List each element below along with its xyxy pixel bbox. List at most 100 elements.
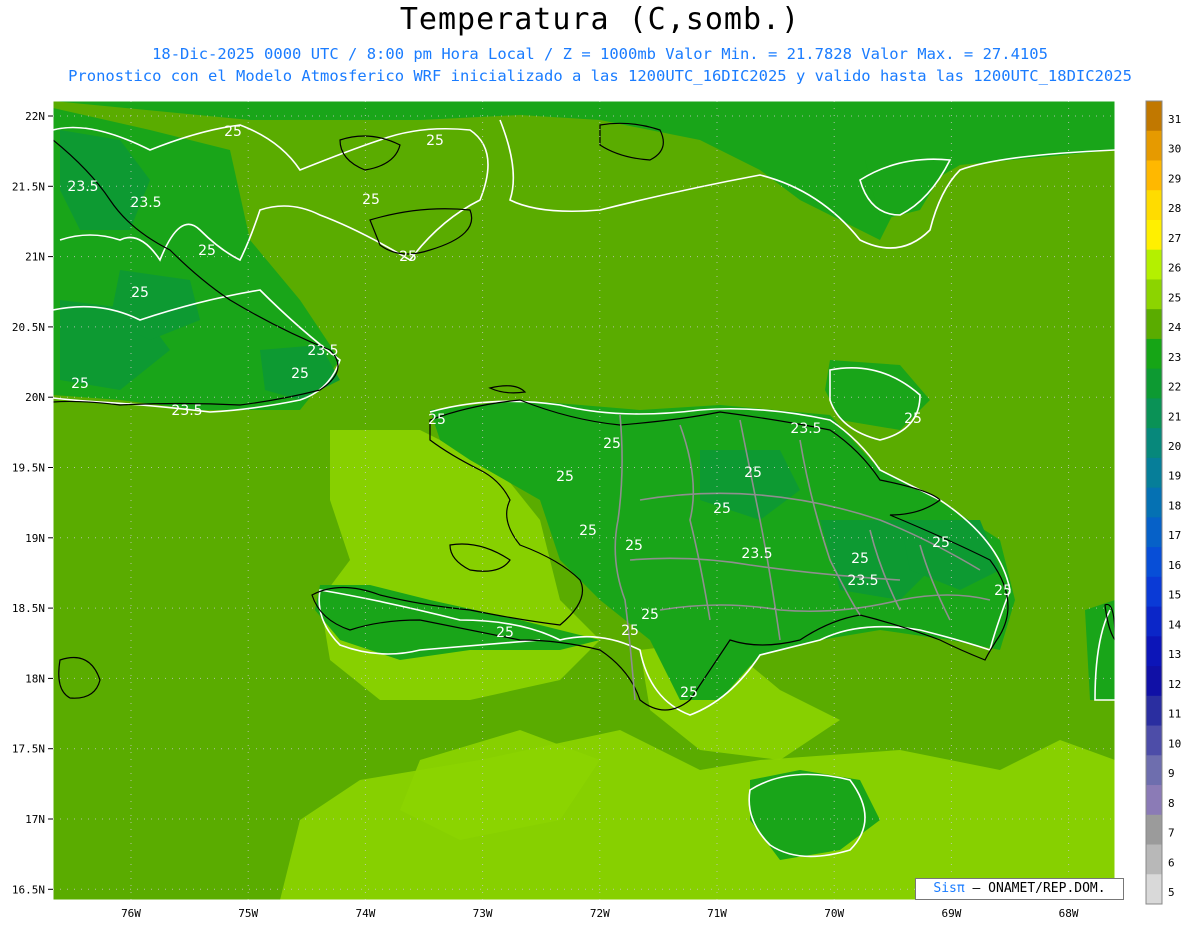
contour-label: 25 [496, 625, 514, 641]
contour-label: 25 [291, 366, 309, 382]
lon-tick-label: 74W [355, 907, 375, 920]
colorbar-label: 18 [1168, 499, 1181, 512]
contour-label: 25 [428, 412, 446, 428]
colorbar-swatch [1146, 636, 1162, 667]
contour-label: 25 [713, 501, 731, 517]
lon-tick-label: 75W [238, 907, 258, 920]
colorbar-swatch [1146, 517, 1162, 548]
colorbar-swatch [1146, 874, 1162, 905]
colorbar-swatch [1146, 457, 1162, 489]
colorbar-label: 11 [1168, 708, 1181, 721]
colorbar-label: 29 [1168, 172, 1181, 185]
colorbar-label: 25 [1168, 291, 1181, 304]
lat-tick-label: 21N [25, 251, 45, 264]
contour-label: 25 [680, 685, 698, 701]
contour-label: 25 [641, 607, 659, 623]
colorbar-label: 28 [1168, 202, 1181, 215]
colorbar-label: 30 [1168, 143, 1181, 156]
colorbar-label: 24 [1168, 321, 1182, 334]
colorbar-swatch [1146, 190, 1162, 221]
colorbar-swatch [1146, 785, 1162, 816]
lat-tick-label: 16.5N [12, 883, 45, 896]
colorbar-label: 7 [1168, 827, 1175, 840]
colorbar-swatch [1146, 130, 1162, 161]
cool-zone [1085, 600, 1115, 700]
colorbar-label: 17 [1168, 529, 1181, 542]
lon-tick-label: 73W [473, 907, 493, 920]
colorbar-label: 5 [1168, 886, 1175, 899]
colorbar-label: 12 [1168, 678, 1181, 691]
contour-label: 25 [224, 124, 242, 140]
colorbar-swatch [1146, 398, 1162, 429]
colorbar-label: 20 [1168, 440, 1181, 453]
colorbar-label: 23 [1168, 351, 1181, 364]
lat-tick-label: 18N [25, 672, 45, 685]
map-body: 252523.52523.525 252523.5252523.525252525… [53, 101, 1115, 900]
colorbar-swatch [1146, 755, 1162, 786]
lat-tick-label: 22N [25, 110, 45, 123]
contour-label: 25 [556, 469, 574, 485]
contour-label: 23.5 [130, 195, 161, 211]
lon-tick-label: 71W [707, 907, 727, 920]
contour-label: 23.5 [741, 546, 772, 562]
colorbar-swatch [1146, 695, 1162, 727]
lat-tick-label: 17.5N [12, 743, 45, 756]
contour-label: 23.5 [67, 179, 98, 195]
colorbar-swatch [1146, 547, 1162, 578]
lon-tick-label: 72W [590, 907, 610, 920]
credit-brand: Sisπ [933, 881, 965, 896]
contour-label: 23.5 [307, 343, 338, 359]
lat-tick-label: 20.5N [12, 321, 45, 334]
temperature-map: 252523.52523.525 252523.5252523.525252525… [12, 100, 1182, 920]
colorbar-label: 19 [1168, 470, 1181, 483]
colorbar-swatch [1146, 576, 1162, 608]
colorbar-label: 27 [1168, 232, 1181, 245]
colorbar-swatch [1146, 101, 1162, 132]
colorbar-swatch [1146, 666, 1162, 697]
contour-label: 25 [71, 376, 89, 392]
map-layers: 252523.52523.525 252523.5252523.525252525… [53, 101, 1115, 900]
colorbar-swatch [1146, 844, 1162, 875]
lat-tick-label: 21.5N [12, 180, 45, 193]
colorbar-label: 15 [1168, 589, 1181, 602]
contour-label: 25 [426, 133, 444, 149]
contour-label: 23.5 [847, 573, 878, 589]
colorbar-swatch [1146, 368, 1162, 399]
credit-box: Sisπ – ONAMET/REP.DOM. [915, 878, 1124, 900]
contour-label: 25 [621, 623, 639, 639]
colorbar-swatch [1146, 219, 1162, 251]
contour-label: 23.5 [171, 403, 202, 419]
lat-tick-label: 17N [25, 813, 45, 826]
colorbar-label: 22 [1168, 381, 1181, 394]
colorbar-swatch [1146, 487, 1162, 518]
lon-tick-label: 68W [1059, 907, 1079, 920]
lat-tick-label: 20N [25, 391, 45, 404]
colorbar-label: 9 [1168, 767, 1175, 780]
colorbar-swatch [1146, 814, 1162, 846]
lon-tick-label: 70W [824, 907, 844, 920]
contour-label: 25 [994, 583, 1012, 599]
colorbar-label: 31 [1168, 113, 1181, 126]
credit-text: – ONAMET/REP.DOM. [964, 881, 1106, 896]
colorbar-label: 21 [1168, 410, 1181, 423]
colorbar-swatch [1146, 725, 1162, 756]
contour-label: 25 [932, 535, 950, 551]
colorbar-swatch [1146, 279, 1162, 310]
lon-tick-label: 69W [941, 907, 961, 920]
contour-label: 25 [131, 285, 149, 301]
colorbar-swatch [1146, 160, 1162, 191]
colorbar-label: 10 [1168, 737, 1181, 750]
colorbar-label: 26 [1168, 262, 1181, 275]
colorbar-swatch [1146, 606, 1162, 637]
lat-tick-label: 18.5N [12, 602, 45, 615]
colorbar-label: 8 [1168, 797, 1175, 810]
colorbar-label: 16 [1168, 559, 1181, 572]
contour-label: 23.5 [790, 421, 821, 437]
colorbar-label: 13 [1168, 648, 1181, 661]
colorbar-swatch [1146, 428, 1162, 459]
colorbar-swatch [1146, 249, 1162, 280]
colorbar-label: 6 [1168, 856, 1175, 869]
contour-label: 25 [625, 538, 643, 554]
lon-tick-label: 76W [121, 907, 141, 920]
contour-label: 25 [399, 249, 417, 265]
